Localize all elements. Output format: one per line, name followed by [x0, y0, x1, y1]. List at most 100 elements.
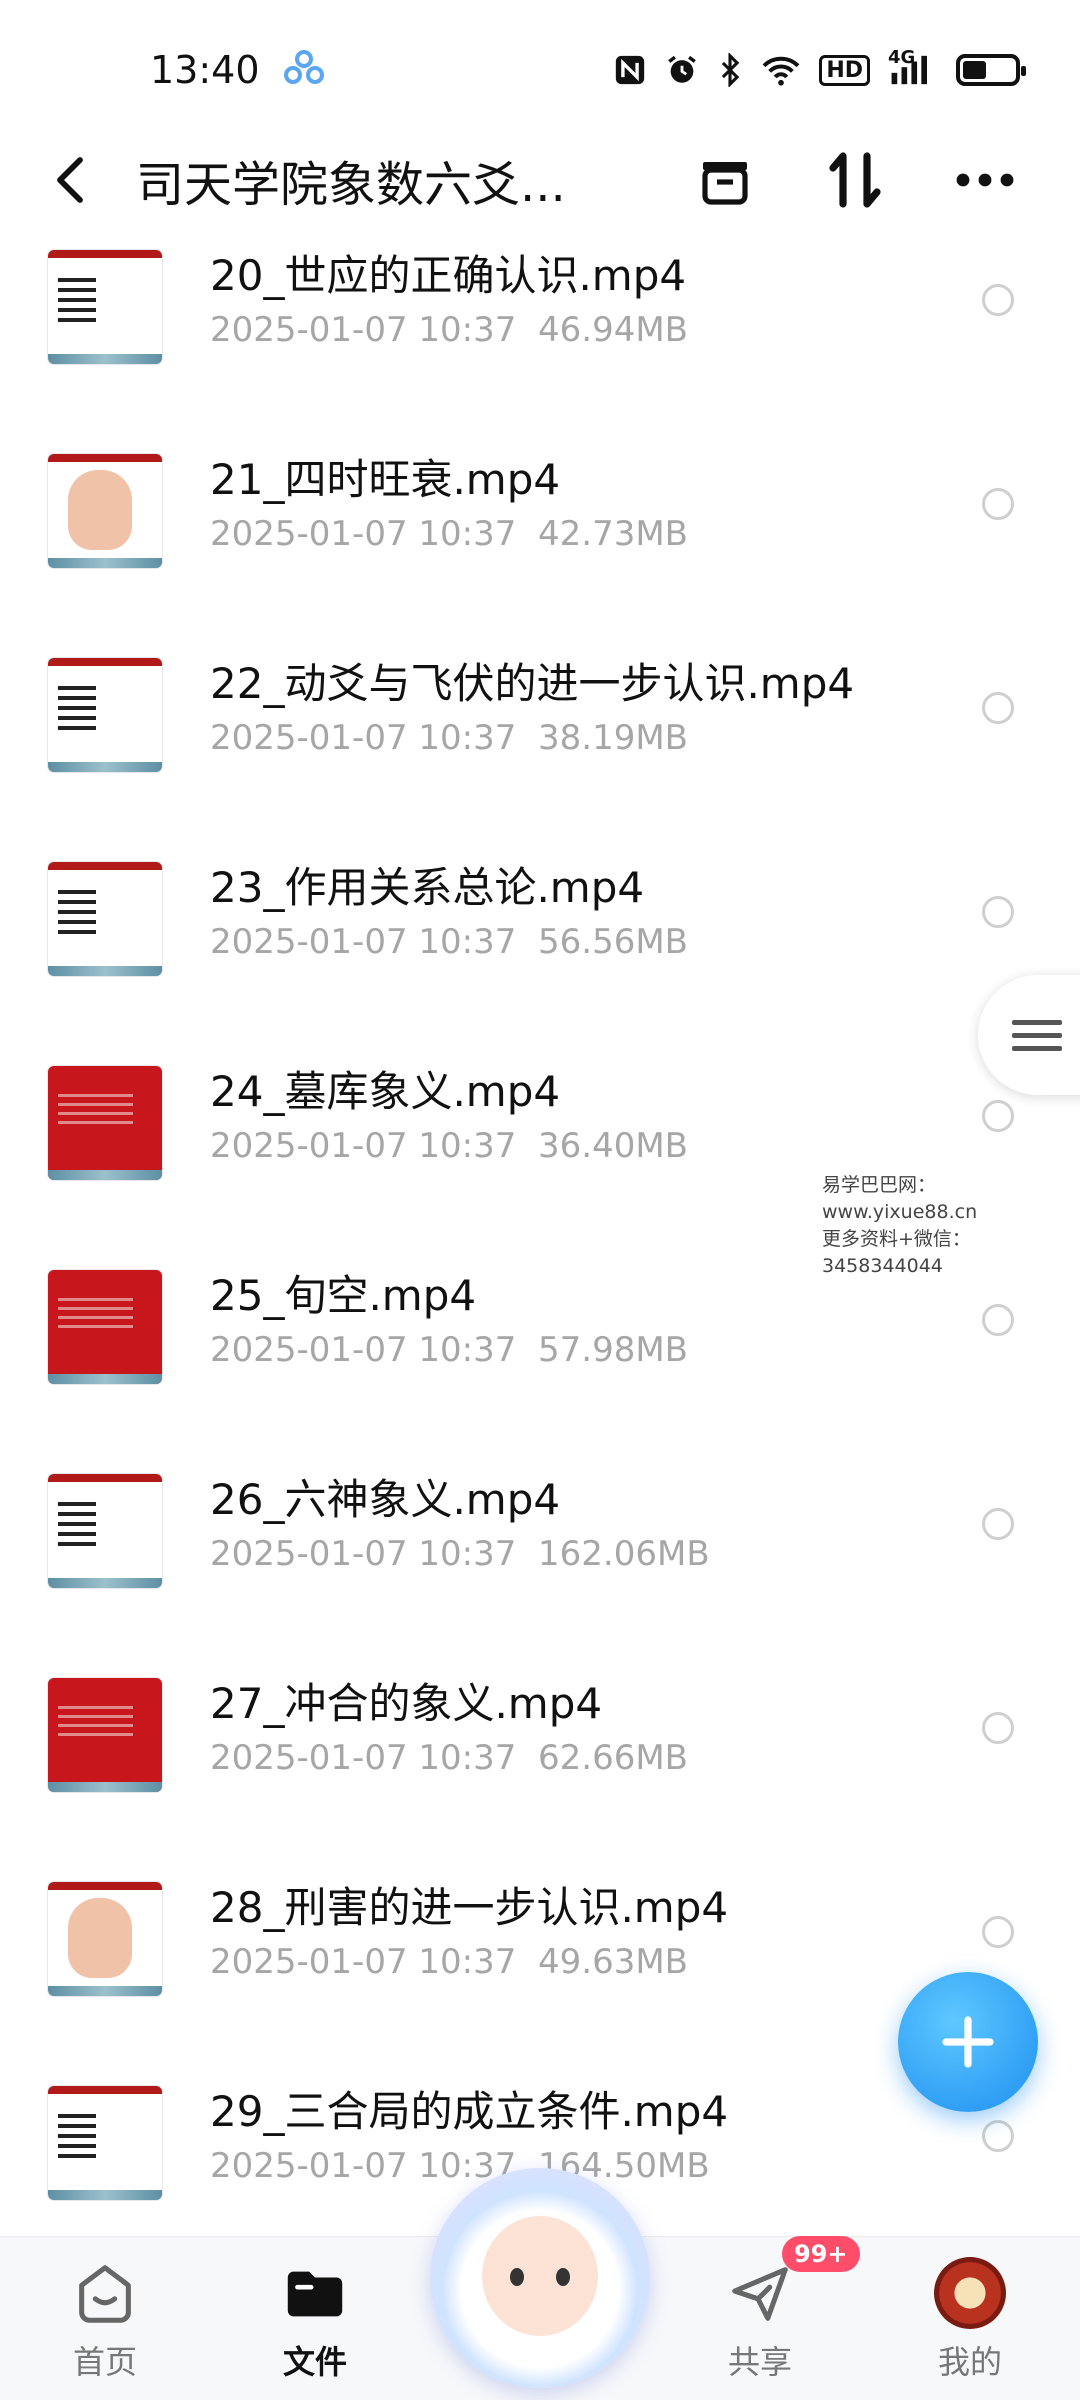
header: 司天学院象数六爻... — [0, 130, 1080, 230]
profile-avatar — [934, 2257, 1006, 2329]
file-name: 23_作用关系总论.mp4 — [210, 863, 645, 912]
page-title: 司天学院象数六爻... — [136, 157, 566, 213]
file-date: 2025-01-07 10:37 — [210, 1534, 517, 1574]
file-date: 2025-01-07 10:37 — [210, 310, 517, 350]
avatar — [934, 2257, 1006, 2329]
nav-me-label: 我的 — [937, 2343, 1002, 2381]
select-checkbox[interactable] — [982, 692, 1014, 724]
select-checkbox[interactable] — [982, 2120, 1014, 2152]
select-checkbox[interactable] — [982, 1100, 1014, 1132]
file-date: 2025-01-07 10:37 — [210, 1126, 517, 1166]
back-button[interactable] — [40, 140, 100, 220]
nav-me[interactable]: 我的 — [895, 2257, 1045, 2383]
file-size: 62.66MB — [538, 1738, 689, 1778]
video-thumbnail — [48, 658, 162, 772]
file-name: 26_六神象义.mp4 — [210, 1475, 561, 1524]
file-row[interactable]: 25_旬空.mp4 2025-01-07 10:37 57.98MB — [0, 1250, 1080, 1454]
file-date: 2025-01-07 10:37 — [210, 718, 517, 758]
select-checkbox[interactable] — [982, 1712, 1014, 1744]
select-checkbox[interactable] — [982, 1304, 1014, 1336]
select-checkbox[interactable] — [982, 1508, 1014, 1540]
file-meta: 2025-01-07 10:37 36.40MB — [210, 1126, 688, 1166]
video-thumbnail — [48, 454, 162, 568]
file-row[interactable]: 22_动爻与飞伏的进一步认识.mp4 2025-01-07 10:37 38.19… — [0, 638, 1080, 842]
file-name: 27_冲合的象义.mp4 — [210, 1679, 603, 1728]
nav-share-label: 共享 — [727, 2343, 792, 2381]
mascot-eye — [556, 2268, 570, 2286]
video-thumbnail — [48, 1882, 162, 1996]
video-thumbnail — [48, 1066, 162, 1180]
nfc-icon — [613, 53, 647, 87]
network-label: 4G — [888, 47, 916, 68]
file-row[interactable]: 26_六神象义.mp4 2025-01-07 10:37 162.06MB — [0, 1454, 1080, 1658]
file-name: 25_旬空.mp4 — [210, 1271, 477, 1320]
video-thumbnail — [48, 1474, 162, 1588]
file-row[interactable]: 20_世应的正确认识.mp4 2025-01-07 10:37 46.94MB — [0, 230, 1080, 434]
file-date: 2025-01-07 10:37 — [210, 2146, 517, 2186]
nav-home-label: 首页 — [72, 2343, 137, 2381]
status-icons: HD 4G — [613, 47, 1026, 87]
mascot-face — [482, 2216, 598, 2336]
file-date: 2025-01-07 10:37 — [210, 1330, 517, 1370]
share-badge: 99+ — [782, 2236, 860, 2272]
file-row[interactable]: 27_冲合的象义.mp4 2025-01-07 10:37 62.66MB — [0, 1658, 1080, 1862]
watermark-line-1: 易学巴巴网：www.yixue88.cn — [822, 1174, 978, 1223]
alarm-icon — [665, 53, 699, 87]
select-checkbox[interactable] — [982, 284, 1014, 316]
wifi-icon — [761, 53, 801, 87]
status-bar: 13:40 HD 4G — [0, 0, 1080, 140]
more-icon — [956, 173, 1014, 187]
select-checkbox[interactable] — [982, 896, 1014, 928]
nav-files[interactable]: 文件 — [240, 2257, 390, 2383]
file-name: 28_刑害的进一步认识.mp4 — [210, 1883, 729, 1932]
home-icon — [69, 2257, 141, 2329]
video-thumbnail — [48, 250, 162, 364]
file-size: 162.06MB — [538, 1534, 710, 1574]
select-checkbox[interactable] — [982, 488, 1014, 520]
add-button[interactable] — [898, 1972, 1038, 2112]
file-meta: 2025-01-07 10:37 38.19MB — [210, 718, 688, 758]
sort-button[interactable] — [820, 145, 890, 215]
file-name: 20_世应的正确认识.mp4 — [210, 251, 687, 300]
more-button[interactable] — [950, 145, 1020, 215]
menu-icon — [1012, 1012, 1062, 1059]
select-checkbox[interactable] — [982, 1916, 1014, 1948]
mascot-button[interactable] — [430, 2168, 650, 2388]
file-browser-screen: 13:40 HD 4G 司天学院象数六爻... 20_世应的正确认识.mp4 2… — [0, 0, 1080, 2400]
watermark: 易学巴巴网：www.yixue88.cn 更多资料+微信：3458344044 — [822, 1172, 1080, 1280]
file-meta: 2025-01-07 10:37 162.06MB — [210, 1534, 710, 1574]
file-size: 49.63MB — [538, 1942, 689, 1982]
file-meta: 2025-01-07 10:37 46.94MB — [210, 310, 688, 350]
box-icon — [702, 162, 748, 205]
status-time: 13:40 — [150, 48, 260, 92]
file-name: 21_四时旺衰.mp4 — [210, 455, 561, 504]
file-row[interactable]: 23_作用关系总论.mp4 2025-01-07 10:37 56.56MB — [0, 842, 1080, 1046]
send-icon — [724, 2257, 796, 2329]
bluetooth-icon — [717, 53, 743, 87]
file-size: 42.73MB — [538, 514, 689, 554]
file-meta: 2025-01-07 10:37 42.73MB — [210, 514, 688, 554]
nav-share[interactable]: 共享 — [685, 2257, 835, 2383]
mascot-eye — [510, 2268, 524, 2286]
nav-home[interactable]: 首页 — [30, 2257, 180, 2383]
file-size: 57.98MB — [538, 1330, 689, 1370]
sort-icon — [829, 152, 881, 208]
file-name: 24_墓库象义.mp4 — [210, 1067, 561, 1116]
file-row[interactable]: 21_四时旺衰.mp4 2025-01-07 10:37 42.73MB — [0, 434, 1080, 638]
file-meta: 2025-01-07 10:37 49.63MB — [210, 1942, 688, 1982]
nav-files-label: 文件 — [282, 2343, 347, 2381]
file-meta: 2025-01-07 10:37 57.98MB — [210, 1330, 688, 1370]
battery-icon — [956, 54, 1026, 86]
hd-icon: HD — [819, 54, 870, 86]
box-button[interactable] — [690, 145, 760, 215]
file-size: 38.19MB — [538, 718, 689, 758]
folder-icon — [279, 2257, 351, 2329]
plus-icon — [942, 2016, 994, 2068]
watermark-line-2: 更多资料+微信：3458344044 — [822, 1228, 971, 1277]
video-thumbnail — [48, 1678, 162, 1792]
file-name: 29_三合局的成立条件.mp4 — [210, 2087, 729, 2136]
battery-level — [963, 61, 987, 79]
video-thumbnail — [48, 1270, 162, 1384]
video-thumbnail — [48, 862, 162, 976]
header-actions — [690, 145, 1040, 215]
